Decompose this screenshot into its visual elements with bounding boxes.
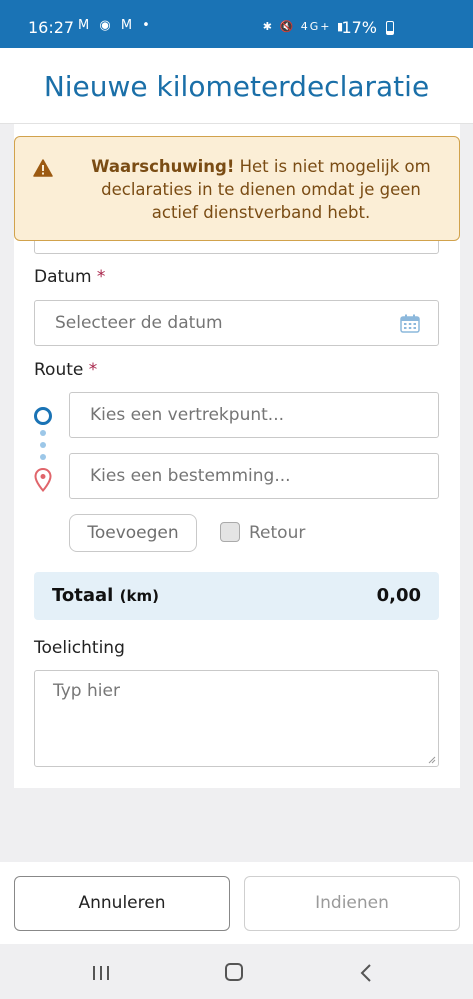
action-bar: Annuleren Indienen: [0, 862, 473, 944]
submit-button[interactable]: Indienen: [244, 876, 460, 931]
required-marker: *: [88, 360, 98, 380]
return-label[interactable]: Retour: [249, 523, 305, 543]
add-button[interactable]: Toevoegen: [69, 514, 197, 552]
system-nav-bar: [0, 944, 473, 999]
note-placeholder: Typ hier: [53, 681, 120, 701]
route-connector-dot: [40, 454, 46, 460]
total-value: 0,00: [376, 585, 421, 606]
status-time: 16:27: [28, 18, 75, 37]
route-label: Route *: [34, 360, 97, 380]
signal-icons: ✱ 🔇 4G+ ▮: [262, 20, 345, 33]
warning-banner: Waarschuwing! Het is niet mogelijk om de…: [14, 136, 460, 241]
note-label: Toelichting: [34, 638, 125, 658]
home-icon[interactable]: [225, 963, 243, 981]
date-input[interactable]: Selecteer de datum: [34, 300, 439, 346]
return-checkbox[interactable]: [220, 522, 240, 542]
total-label-text: Totaal: [52, 585, 114, 606]
destination-input[interactable]: Kies een bestemming...: [69, 453, 439, 499]
page-header: Nieuwe kilometerdeclaratie: [0, 48, 473, 124]
calendar-icon[interactable]: [400, 314, 420, 333]
warning-text: Waarschuwing! Het is niet mogelijk om de…: [83, 155, 439, 224]
cancel-button[interactable]: Annuleren: [14, 876, 230, 931]
total-row: Totaal (km) 0,00: [34, 572, 439, 620]
notification-icons: M ◉ M •: [78, 18, 153, 33]
destination-placeholder: Kies een bestemming...: [90, 466, 291, 486]
departure-input[interactable]: Kies een vertrekpunt...: [69, 392, 439, 438]
resize-grip-icon[interactable]: [428, 756, 436, 764]
date-placeholder: Selecteer de datum: [55, 313, 223, 333]
back-icon[interactable]: [360, 964, 372, 982]
warning-triangle-icon: [33, 159, 53, 177]
date-label: Datum *: [34, 267, 105, 287]
route-connector-dot: [40, 430, 46, 436]
total-label: Totaal (km): [52, 585, 159, 606]
battery-percentage: 17%: [341, 18, 377, 37]
required-marker: *: [96, 267, 106, 287]
map-pin-icon: [34, 468, 52, 492]
status-bar: 16:27 M ◉ M • ✱ 🔇 4G+ ▮ 17%: [0, 0, 473, 48]
battery-icon: [386, 21, 394, 35]
recent-apps-icon[interactable]: [92, 965, 110, 981]
total-unit: (km): [119, 587, 159, 605]
note-textarea[interactable]: Typ hier: [34, 670, 439, 767]
departure-placeholder: Kies een vertrekpunt...: [90, 405, 284, 425]
route-start-icon: [34, 407, 52, 425]
route-label-text: Route: [34, 360, 84, 380]
route-connector-dot: [40, 442, 46, 448]
page-title: Nieuwe kilometerdeclaratie: [43, 70, 430, 103]
date-label-text: Datum: [34, 267, 92, 287]
warning-title: Waarschuwing!: [91, 157, 235, 176]
form-card: Waarschuwing! Het is niet mogelijk om de…: [14, 124, 460, 788]
